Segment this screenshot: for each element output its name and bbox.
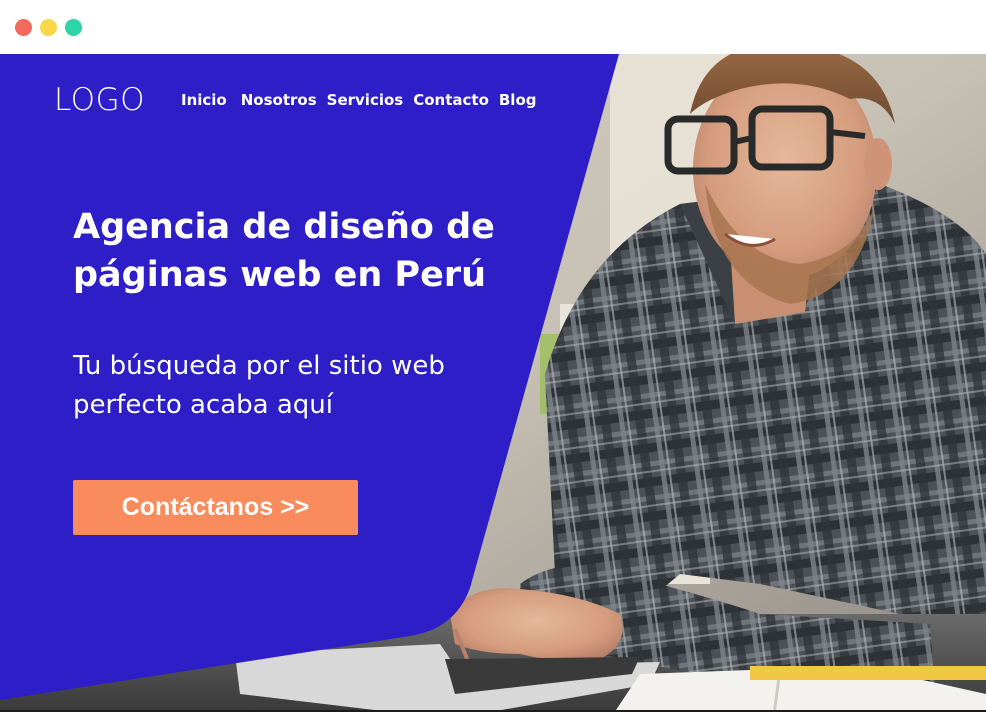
maximize-window-button[interactable]: [65, 19, 82, 36]
window-bottom-border: [0, 710, 986, 714]
hero-section: LOGO Inicio Nosotros Servicios Contacto …: [0, 54, 986, 710]
nav-item-contacto[interactable]: Contacto: [413, 90, 489, 110]
contact-cta-button[interactable]: Contáctanos >>: [73, 480, 358, 535]
nav-item-inicio[interactable]: Inicio: [181, 90, 227, 110]
close-window-button[interactable]: [15, 19, 32, 36]
main-nav: Inicio Nosotros Servicios Contacto Blog: [181, 90, 547, 110]
hero-subtitle: Tu búsqueda por el sitio web perfecto ac…: [73, 351, 445, 420]
title-bar: [0, 0, 986, 54]
logo[interactable]: LOGO: [54, 80, 145, 120]
nav-item-servicios[interactable]: Servicios: [327, 90, 404, 110]
minimize-window-button[interactable]: [40, 19, 57, 36]
nav-item-nosotros[interactable]: Nosotros: [241, 90, 317, 110]
browser-window: LOGO Inicio Nosotros Servicios Contacto …: [0, 0, 986, 714]
nav-item-blog[interactable]: Blog: [499, 90, 537, 110]
hero-headline: Agencia de diseño de páginas web en Perú: [73, 207, 495, 295]
